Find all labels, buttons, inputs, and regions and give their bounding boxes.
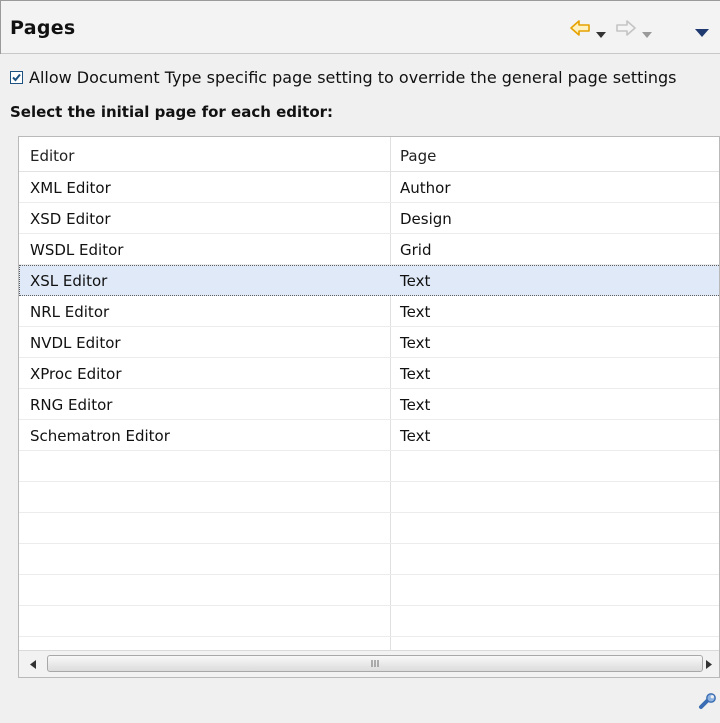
titlebar-divider — [1, 53, 720, 54]
editor-cell: Schematron Editor — [30, 427, 170, 445]
empty-row — [19, 451, 719, 482]
forward-dropdown-icon — [642, 25, 652, 43]
page-cell[interactable]: Text — [400, 427, 430, 445]
table-row[interactable]: XSD Editor Design — [19, 203, 719, 234]
table-row-selected[interactable]: XSL Editor Text — [19, 265, 719, 296]
editor-cell: XSD Editor — [30, 210, 111, 228]
forward-arrow-icon[interactable] — [615, 19, 637, 41]
editor-cell: RNG Editor — [30, 396, 113, 414]
view-titlebar: Pages — [0, 0, 720, 54]
page-cell[interactable]: Text — [400, 272, 430, 290]
table-row[interactable]: WSDL Editor Grid — [19, 234, 719, 265]
page-cell[interactable]: Grid — [400, 241, 431, 259]
empty-row — [19, 575, 719, 606]
section-heading: Select the initial page for each editor: — [10, 103, 334, 121]
page-cell[interactable]: Author — [400, 179, 451, 197]
grip-icon — [371, 660, 379, 667]
override-setting-row[interactable]: Allow Document Type specific page settin… — [10, 66, 677, 88]
editor-page-table: Editor Page XML Editor Author XSD Editor… — [18, 136, 720, 678]
table-row[interactable]: NVDL Editor Text — [19, 327, 719, 358]
empty-row — [19, 513, 719, 544]
back-arrow-icon[interactable] — [569, 19, 591, 41]
page-cell[interactable]: Text — [400, 396, 430, 414]
horizontal-scrollbar[interactable] — [19, 650, 719, 677]
table-row[interactable]: XProc Editor Text — [19, 358, 719, 389]
override-checkbox-label: Allow Document Type specific page settin… — [29, 67, 677, 87]
table-row[interactable]: NRL Editor Text — [19, 296, 719, 327]
page-cell[interactable]: Design — [400, 210, 452, 228]
page-cell[interactable]: Text — [400, 334, 430, 352]
override-checkbox[interactable] — [10, 70, 23, 84]
table-row[interactable]: XML Editor Author — [19, 172, 719, 203]
column-header-page[interactable]: Page — [400, 147, 436, 165]
column-header-editor[interactable]: Editor — [30, 147, 74, 165]
scrollbar-thumb[interactable] — [47, 655, 703, 672]
editor-cell: XProc Editor — [30, 365, 122, 383]
editor-cell: NRL Editor — [30, 303, 110, 321]
editor-cell: NVDL Editor — [30, 334, 121, 352]
page-cell[interactable]: Text — [400, 303, 430, 321]
table-row[interactable]: RNG Editor Text — [19, 389, 719, 420]
empty-row — [19, 544, 719, 575]
view-menu-icon[interactable] — [695, 24, 709, 42]
editor-cell: XSL Editor — [30, 272, 108, 290]
scroll-left-arrow-icon[interactable] — [25, 656, 41, 672]
back-dropdown-icon[interactable] — [596, 25, 606, 43]
editor-cell: WSDL Editor — [30, 241, 124, 259]
table-header: Editor Page — [19, 137, 719, 172]
empty-row — [19, 482, 719, 513]
page-cell[interactable]: Text — [400, 365, 430, 383]
empty-row — [19, 606, 719, 637]
editor-cell: XML Editor — [30, 179, 111, 197]
scroll-right-arrow-icon[interactable] — [701, 656, 717, 672]
table-row[interactable]: Schematron Editor Text — [19, 420, 719, 451]
page-title: Pages — [10, 17, 76, 39]
wrench-icon[interactable] — [698, 692, 718, 716]
